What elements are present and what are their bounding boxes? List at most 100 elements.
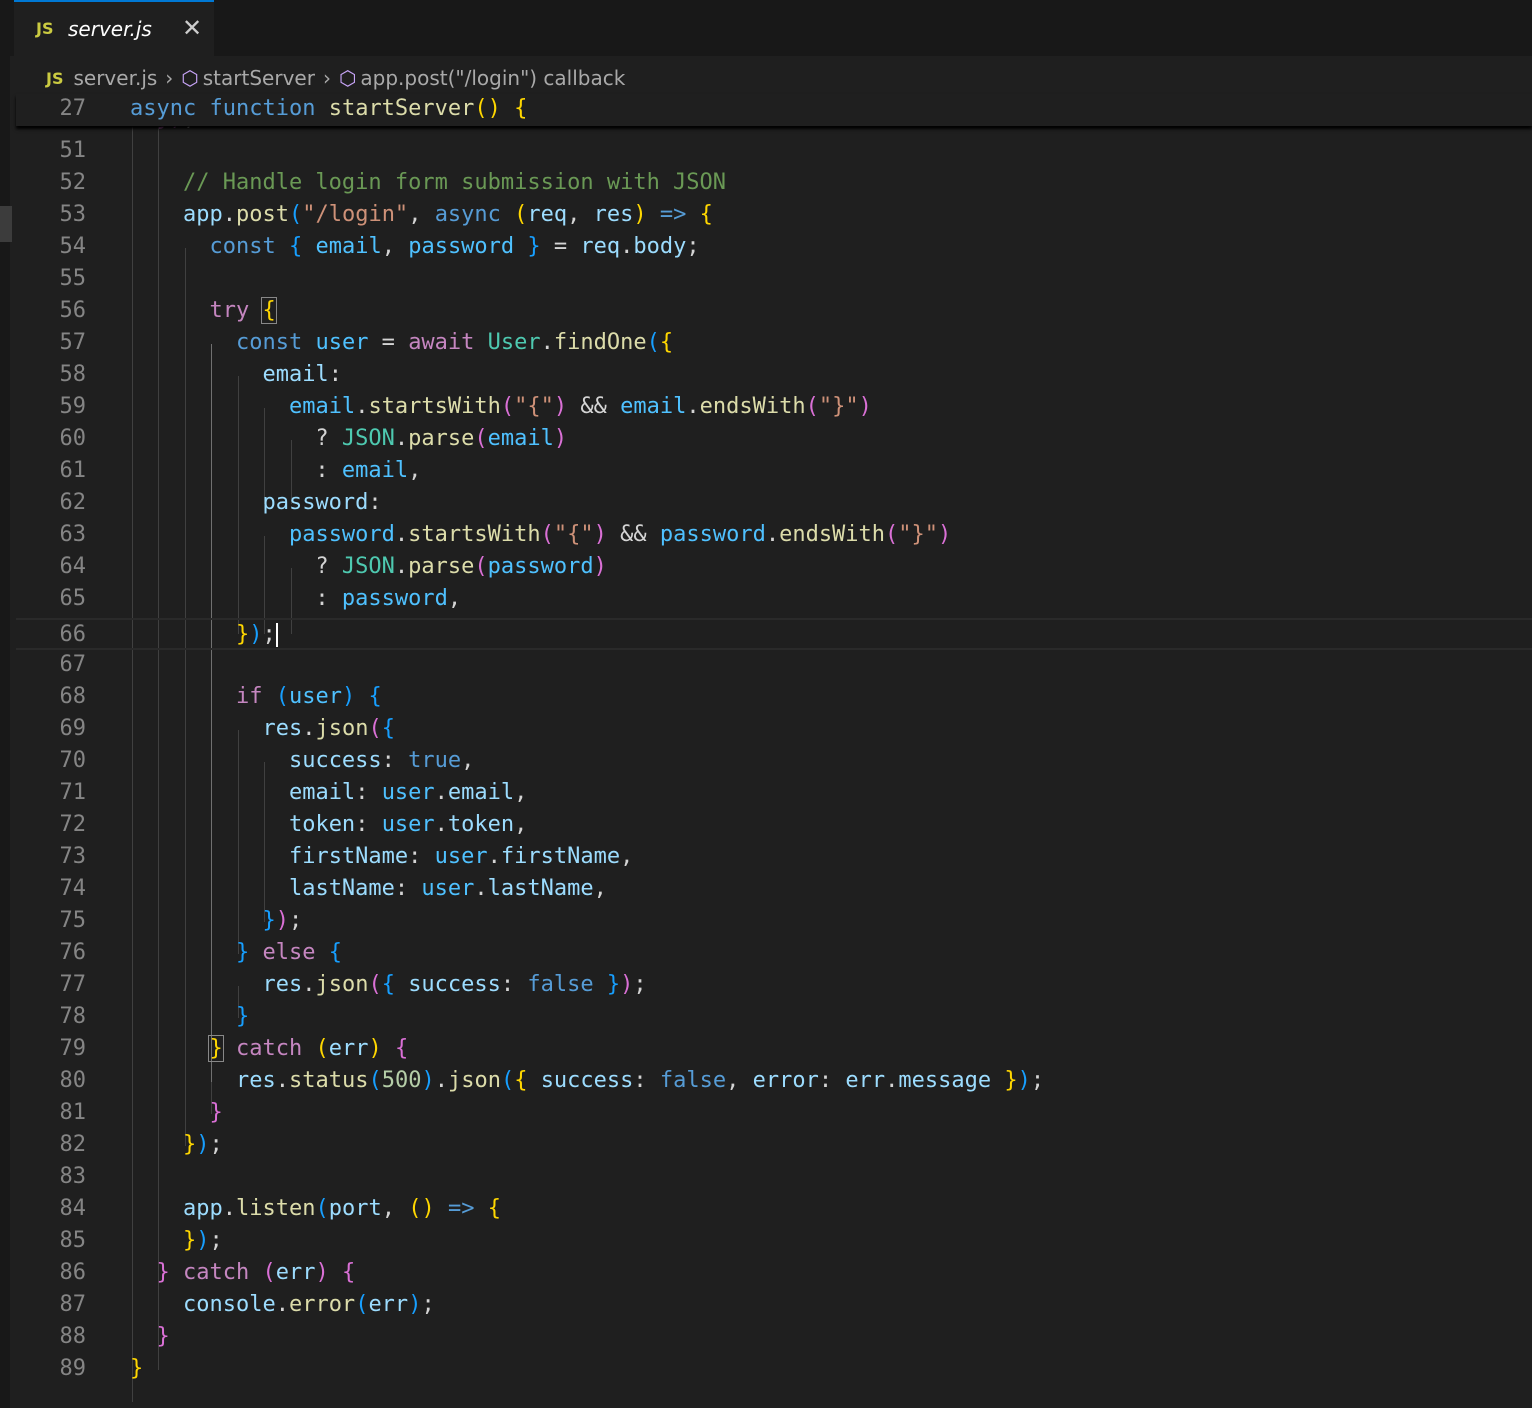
code-token: app xyxy=(182,1196,223,1221)
code-token: ; xyxy=(686,234,700,259)
code-token: ( xyxy=(315,1196,329,1221)
code-line[interactable]: 75 }); xyxy=(16,906,1532,938)
code-token: token xyxy=(447,812,515,837)
code-token: ( xyxy=(288,202,303,227)
scroll-marker[interactable] xyxy=(0,206,12,242)
code-line[interactable]: 71 email: user.email, xyxy=(16,778,1532,810)
code-line[interactable]: 68 if (user) { xyxy=(16,682,1532,714)
code-token: app xyxy=(182,202,223,227)
code-line[interactable]: 87 console.error(err); xyxy=(16,1290,1532,1322)
code-token: ( xyxy=(368,1068,382,1093)
code-line[interactable]: 66 }); xyxy=(16,618,1532,650)
code-editor[interactable]: 50 });5152 // Handle login form submissi… xyxy=(16,0,1532,1408)
code-line[interactable]: 74 lastName: user.lastName, xyxy=(16,874,1532,906)
code-token: , xyxy=(514,812,528,837)
code-token: ? xyxy=(130,426,342,451)
code-line[interactable]: 79 } catch (err) { xyxy=(16,1034,1532,1066)
code-line[interactable]: 53 app.post("/login", async (req, res) =… xyxy=(16,200,1532,232)
line-number: 68 xyxy=(59,684,87,709)
code-line[interactable]: 57 const user = await User.findOne({ xyxy=(16,328,1532,360)
code-token: } xyxy=(235,1004,250,1029)
code-line[interactable]: 82 }); xyxy=(16,1130,1532,1162)
code-token: console xyxy=(182,1292,276,1317)
code-text: // Handle login form submission with JSO… xyxy=(130,170,726,195)
code-token: . xyxy=(275,1292,289,1317)
code-token: : xyxy=(368,490,382,515)
code-line[interactable]: 55 xyxy=(16,264,1532,296)
code-token: try xyxy=(209,298,250,323)
line-number: 70 xyxy=(59,748,87,773)
code-line[interactable]: 59 email.startsWith("{") && email.endsWi… xyxy=(16,392,1532,424)
code-text: }); xyxy=(130,622,278,647)
code-text: const { email, password } = req.body; xyxy=(130,234,700,259)
code-token: } xyxy=(208,1035,224,1062)
code-token: { xyxy=(288,234,303,259)
code-token: } xyxy=(1004,1068,1018,1093)
code-line[interactable]: 84 app.listen(port, () => { xyxy=(16,1194,1532,1226)
code-token: . xyxy=(487,844,501,869)
code-token: email xyxy=(341,458,409,483)
line-number: 63 xyxy=(59,522,87,547)
sticky-scroll-header[interactable]: 27 async function startServer() { xyxy=(16,94,1532,126)
code-line[interactable]: 72 token: user.token, xyxy=(16,810,1532,842)
code-token: err xyxy=(845,1068,886,1093)
line-number: 58 xyxy=(59,362,87,387)
code-token: } xyxy=(235,622,250,647)
code-line[interactable]: 81 } xyxy=(16,1098,1532,1130)
code-token: . xyxy=(355,394,369,419)
code-line[interactable]: 88 } xyxy=(16,1322,1532,1354)
code-token: } xyxy=(527,234,541,259)
code-line[interactable]: 58 email: xyxy=(16,360,1532,392)
code-line[interactable]: 83 xyxy=(16,1162,1532,1194)
code-line[interactable]: 85 }); xyxy=(16,1226,1532,1258)
code-token: const xyxy=(235,330,303,355)
code-token: 500 xyxy=(381,1068,422,1093)
code-line[interactable]: 69 res.json({ xyxy=(16,714,1532,746)
code-token: : xyxy=(394,876,422,901)
code-token: startServer xyxy=(328,96,475,121)
code-line[interactable]: 70 success: true, xyxy=(16,746,1532,778)
code-token: . xyxy=(394,554,409,579)
line-number: 80 xyxy=(59,1068,87,1093)
code-token: res xyxy=(262,972,303,997)
code-token: req xyxy=(580,234,621,259)
code-line[interactable]: 62 password: xyxy=(16,488,1532,520)
code-line[interactable]: 64 ? JSON.parse(password) xyxy=(16,552,1532,584)
code-token: : xyxy=(355,812,382,837)
code-token: ) xyxy=(593,522,607,547)
code-token: { xyxy=(514,1068,528,1093)
code-line[interactable]: 54 const { email, password } = req.body; xyxy=(16,232,1532,264)
code-line[interactable]: 67 xyxy=(16,650,1532,682)
code-text: email.startsWith("{") && email.endsWith(… xyxy=(130,394,872,419)
code-line[interactable]: 89} xyxy=(16,1354,1532,1386)
code-line[interactable]: 56 try { xyxy=(16,296,1532,328)
code-line[interactable]: 80 res.status(500).json({ success: false… xyxy=(16,1066,1532,1098)
code-line[interactable]: 78 } xyxy=(16,1002,1532,1034)
code-token: email xyxy=(262,362,329,387)
code-token: ) xyxy=(368,1036,382,1061)
code-token: startsWith xyxy=(368,394,501,419)
code-line[interactable]: 51 xyxy=(16,136,1532,168)
code-token: . xyxy=(765,522,780,547)
code-line[interactable]: 52 // Handle login form submission with … xyxy=(16,168,1532,200)
code-token: user xyxy=(421,876,475,901)
code-line[interactable]: 73 firstName: user.firstName, xyxy=(16,842,1532,874)
code-token: { xyxy=(381,716,395,741)
code-line[interactable]: 86 } catch (err) { xyxy=(16,1258,1532,1290)
code-line[interactable]: 77 res.json({ success: false }); xyxy=(16,970,1532,1002)
line-number: 54 xyxy=(59,234,87,259)
code-line[interactable]: 60 ? JSON.parse(email) xyxy=(16,424,1532,456)
code-text: console.error(err); xyxy=(130,1292,435,1317)
code-token: . xyxy=(434,812,448,837)
code-line[interactable]: 65 : password, xyxy=(16,584,1532,616)
code-line[interactable]: 61 : email, xyxy=(16,456,1532,488)
code-line[interactable]: 76 } else { xyxy=(16,938,1532,970)
code-line[interactable]: 63 password.startsWith("{") && password.… xyxy=(16,520,1532,552)
code-token: user xyxy=(381,780,435,805)
